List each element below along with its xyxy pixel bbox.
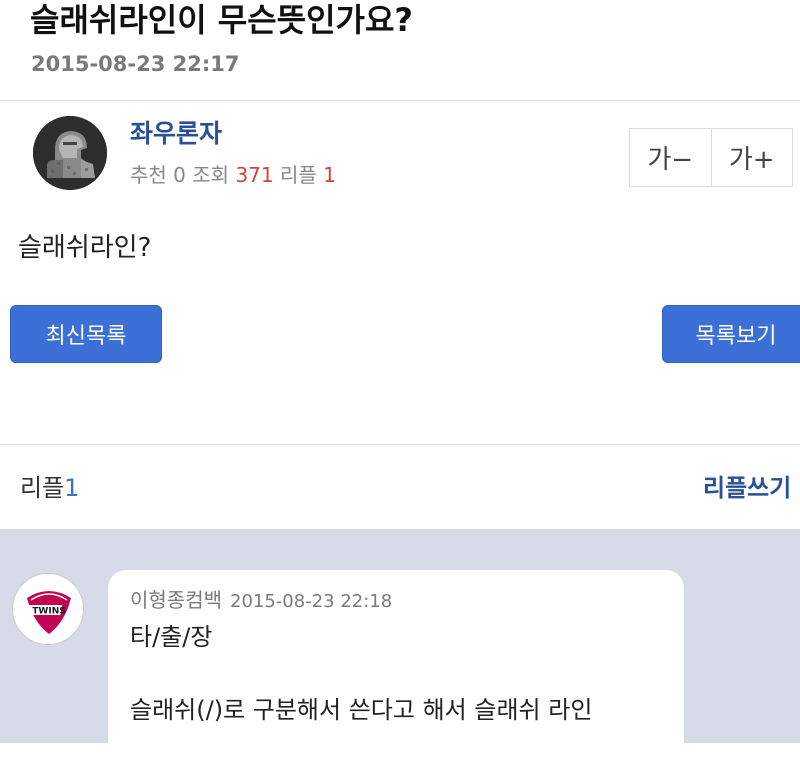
reply-label: 리플 — [20, 474, 65, 502]
font-decrease-button[interactable]: 가− — [630, 129, 711, 186]
post-body: 슬래쉬라인? — [18, 233, 152, 263]
lg-twins-logo-icon: TWINS — [13, 574, 83, 644]
divider — [0, 100, 800, 101]
reply-count-header: 리플1 — [20, 472, 79, 504]
comment-text-line: 슬래쉬(/)로 구분해서 쓴다고 해서 슬래쉬 라인 — [130, 696, 593, 724]
views-label: 조회 — [192, 163, 230, 187]
font-increase-button[interactable]: 가+ — [710, 129, 793, 186]
font-size-controls: 가− 가+ — [629, 128, 793, 187]
commenter-avatar[interactable]: TWINS — [12, 573, 84, 645]
comment-header: 이형종컴백 2015-08-23 22:18 — [130, 586, 392, 616]
comment-text-line: 타/출/장 — [130, 623, 213, 651]
replies-label: 리플 — [279, 163, 317, 187]
logo-text: TWINS — [32, 607, 65, 617]
author-avatar[interactable] — [33, 116, 107, 190]
post-title: 슬래쉬라인이 무슨뜻인가요? — [30, 1, 413, 39]
divider — [0, 444, 800, 445]
author-name[interactable]: 좌우론자 — [130, 118, 222, 150]
post-stats: 추천 0 조회 371 리플 1 — [130, 160, 336, 190]
replies-count: 1 — [323, 163, 336, 187]
view-list-button[interactable]: 목록보기 — [662, 305, 800, 363]
comment-date: 2015-08-23 22:18 — [230, 591, 393, 612]
post-date: 2015-08-23 22:17 — [31, 52, 240, 76]
recommend-label: 추천 — [130, 163, 167, 187]
recommend-count: 0 — [173, 163, 186, 187]
knight-avatar-icon — [33, 116, 107, 190]
views-count: 371 — [235, 163, 274, 187]
comment-author[interactable]: 이형종컴백 — [130, 588, 222, 612]
write-reply-link[interactable]: 리플쓰기 — [703, 472, 791, 504]
reply-count: 1 — [64, 474, 80, 502]
latest-list-button[interactable]: 최신목록 — [10, 305, 162, 363]
